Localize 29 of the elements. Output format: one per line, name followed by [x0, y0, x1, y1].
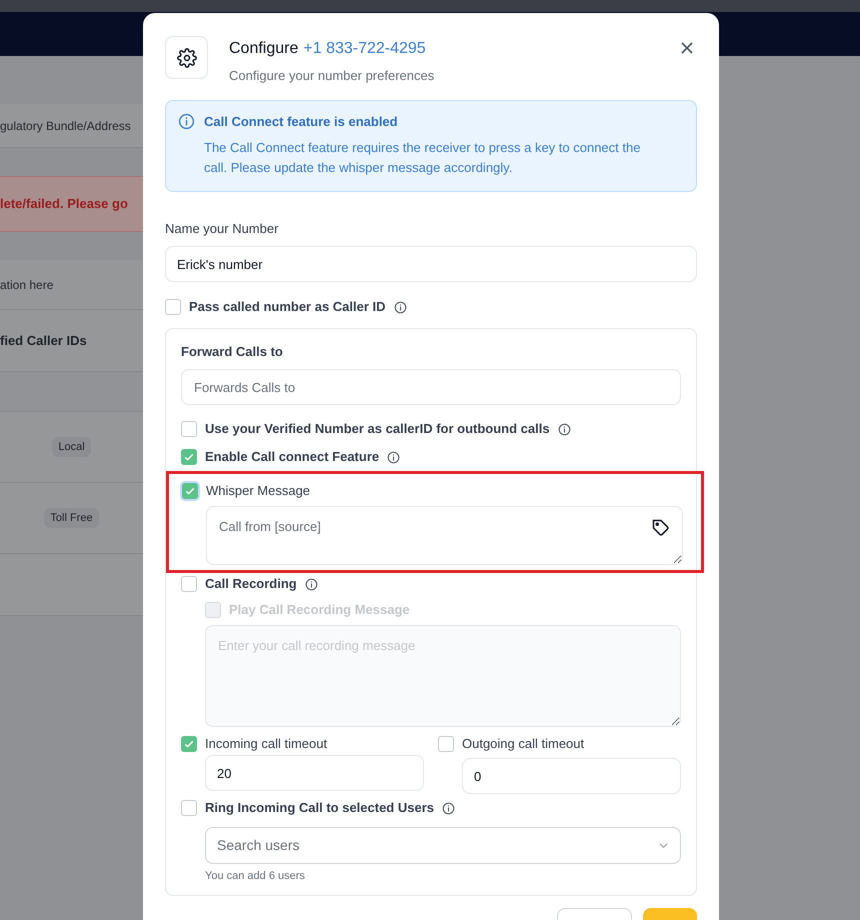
whisper-textarea[interactable]: Call from [source] [206, 506, 683, 565]
checkbox-label: Ring Incoming Call to selected Users [205, 799, 434, 817]
checkbox-label: Incoming call timeout [205, 735, 328, 753]
alert-message: The Call Connect feature requires the receiver to press a key to connect the call. Please update the whisper message accordingly. [204, 139, 642, 177]
phone-number: +1 833-722-4295 [303, 39, 426, 59]
error-text: lete/failed. Please go [0, 195, 128, 214]
checkbox-label: Call Recording [205, 575, 297, 593]
checkbox-label: Pass called number as Caller ID [189, 298, 386, 316]
background-text: gulatory Bundle/Address [0, 118, 131, 134]
alert-title: Call Connect feature is enabled [204, 112, 399, 130]
name-input[interactable]: Erick's number [165, 246, 697, 282]
dialog-title: Configure [229, 39, 298, 59]
field-label: Forward Calls to [181, 343, 284, 361]
hint-text: You can add 6 users [205, 869, 306, 884]
timeout-input[interactable]: 0 [462, 758, 681, 794]
checkbox-label: Outgoing call timeout [462, 735, 584, 753]
type-tag: Toll Free [44, 508, 99, 528]
checkbox-label: Use your Verified Number as callerID for outbound calls [205, 420, 550, 438]
users-select[interactable]: Search users [205, 827, 681, 864]
column-heading: fied Caller IDs [0, 332, 87, 350]
timeout-input[interactable]: 20 [205, 755, 424, 791]
checkbox-label: Whisper Message [206, 482, 310, 500]
checkbox-label: Play Call Recording Message [229, 601, 410, 619]
checkbox-label: Enable Call connect Feature [205, 448, 380, 466]
type-tag: Local [52, 436, 91, 458]
background-text: ation here [0, 276, 54, 294]
field-label: Name your Number [165, 220, 280, 238]
forward-input[interactable]: Forwards Calls to [181, 369, 681, 405]
dialog-subtitle: Configure your number preferences [229, 67, 436, 85]
